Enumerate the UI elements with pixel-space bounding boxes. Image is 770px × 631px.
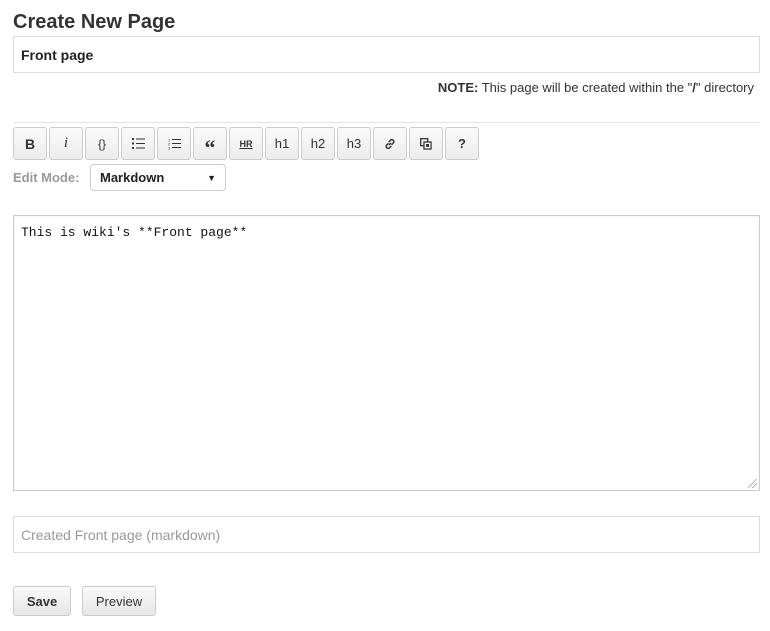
edit-mode-select[interactable]: Markdown ▼ bbox=[90, 164, 226, 191]
link-icon bbox=[384, 138, 396, 150]
blockquote-button[interactable]: “ bbox=[193, 127, 227, 160]
image-button[interactable] bbox=[409, 127, 443, 160]
directory-note: NOTE: This page will be created within t… bbox=[438, 80, 754, 95]
ordered-list-button[interactable]: 1 2 3 bbox=[157, 127, 191, 160]
divider bbox=[13, 122, 760, 123]
code-button[interactable]: {} bbox=[85, 127, 119, 160]
image-icon bbox=[420, 137, 432, 150]
page-content-editor[interactable] bbox=[13, 215, 760, 491]
note-label: NOTE: bbox=[437, 80, 479, 95]
link-button[interactable] bbox=[373, 127, 407, 160]
chevron-down-icon: ▼ bbox=[207, 172, 216, 183]
page-title: Create New Page bbox=[13, 11, 176, 33]
italic-button[interactable]: i bbox=[49, 127, 83, 160]
save-button[interactable]: Save bbox=[13, 586, 71, 616]
svg-text:3: 3 bbox=[168, 145, 171, 150]
h1-button[interactable]: h1 bbox=[265, 127, 299, 160]
h2-button[interactable]: h2 bbox=[301, 127, 335, 160]
h3-button[interactable]: h3 bbox=[337, 127, 371, 160]
help-button[interactable]: ? bbox=[445, 127, 479, 160]
preview-button[interactable]: Preview bbox=[82, 586, 156, 616]
page-name-input[interactable] bbox=[13, 36, 760, 73]
edit-mode-label: Edit Mode: bbox=[13, 170, 80, 185]
unordered-list-button[interactable] bbox=[121, 127, 155, 160]
ordered-list-icon: 1 2 3 bbox=[168, 138, 181, 150]
note-text-after: " directory bbox=[695, 80, 754, 95]
commit-message-input[interactable] bbox=[13, 516, 760, 553]
edit-mode-value: Markdown bbox=[100, 170, 165, 185]
editor-toolbar: B i {} 1 2 3 “ HR h1 h2 h3 ? bbox=[13, 127, 481, 160]
note-text-before: This page will be created within the " bbox=[481, 80, 693, 95]
create-page-form: Create New Page NOTE: This page will be … bbox=[0, 0, 770, 631]
bold-button[interactable]: B bbox=[13, 127, 47, 160]
unordered-list-icon bbox=[131, 138, 145, 149]
horizontal-rule-button[interactable]: HR bbox=[229, 127, 263, 160]
resize-handle-icon[interactable] bbox=[748, 479, 757, 488]
